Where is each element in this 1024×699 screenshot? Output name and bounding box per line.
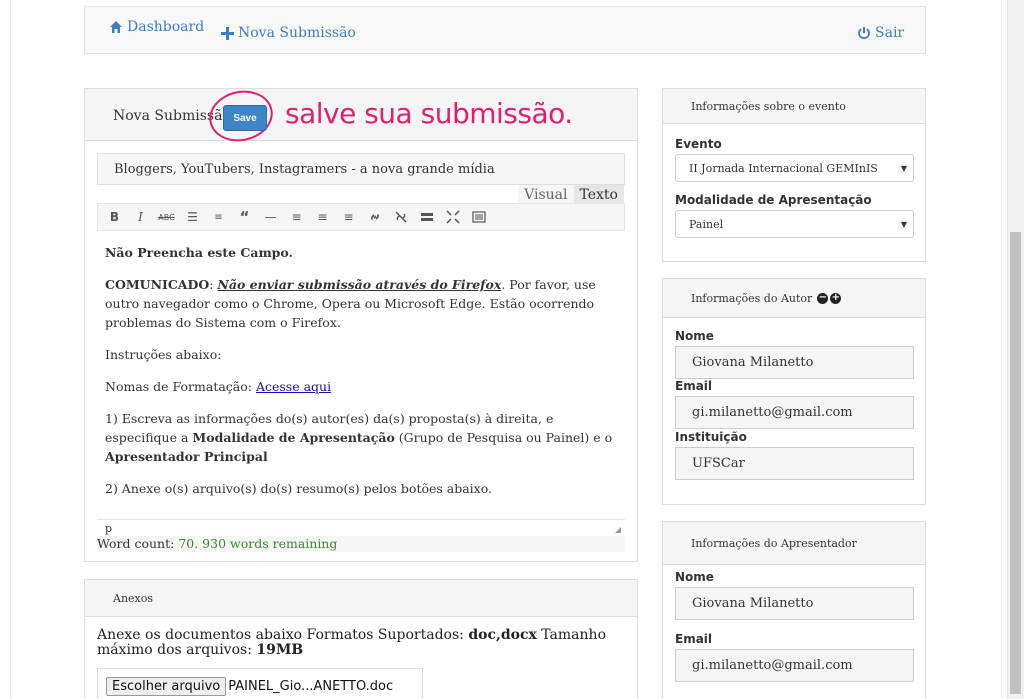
file-upload-field: Escolher arquivo PAINEL_Gio...ANETTO.doc [97, 668, 423, 699]
align-right-icon[interactable]: ≡ [340, 209, 357, 226]
event-select[interactable]: II Jornada Internacional GEMInIS ▼ [675, 154, 914, 182]
attachments-panel: Anexos Anexe os documentos abaixo Format… [84, 579, 638, 699]
author-email-label: Email [675, 379, 713, 393]
presenter-email-label: Email [675, 632, 713, 646]
attachments-panel-header: Anexos [85, 580, 637, 617]
page-scrollbar[interactable] [1007, 0, 1024, 699]
author-institution-label: Instituição [675, 430, 747, 444]
word-count-value: 70. 930 words remaining [178, 536, 338, 551]
element-path: p [105, 521, 113, 535]
selected-file-name: PAINEL_Gio...ANETTO.doc [228, 678, 394, 694]
editor-status-bar: p ◢ [97, 519, 625, 536]
resize-handle-icon[interactable]: ◢ [615, 525, 621, 534]
event-info-header: Informações sobre o evento [663, 89, 925, 124]
remove-author-icon[interactable]: − [817, 292, 829, 304]
submission-panel: Nova Submissão Save salve sua submissão.… [84, 84, 638, 562]
bullet-list-icon[interactable]: ☰ [184, 209, 201, 226]
attachments-instructions: Anexe os documentos abaixo Formatos Supo… [97, 627, 606, 658]
tab-texto[interactable]: Texto [573, 185, 624, 205]
modality-label: Modalidade de Apresentação [675, 193, 872, 207]
editor-paragraph: Instruções abaixo: [105, 347, 222, 362]
strikethrough-icon[interactable]: ABC [158, 209, 175, 226]
annotation-text: salve sua submissão. [285, 97, 573, 130]
bold-icon[interactable]: B [106, 209, 123, 226]
event-info-panel: Informações sobre o evento Evento II Jor… [662, 88, 926, 262]
event-info-title: Informações sobre o evento [691, 99, 846, 113]
nav-logout-label: Sair [875, 25, 905, 41]
home-icon [110, 21, 122, 33]
top-navbar: Dashboard Nova Submissão Sair [84, 6, 926, 54]
nav-dashboard-link[interactable]: Dashboard [109, 19, 204, 35]
italic-icon[interactable]: I [132, 209, 149, 226]
tab-visual[interactable]: Visual [518, 185, 574, 205]
caret-down-icon: ▼ [900, 220, 907, 229]
horizontal-rule-icon[interactable]: — [262, 209, 279, 226]
presenter-email-input[interactable]: gi.milanetto@gmail.com [675, 649, 914, 682]
formatting-rules-link[interactable]: Acesse aqui [256, 379, 331, 394]
plus-icon [221, 26, 234, 40]
submission-title-input[interactable]: Bloggers, YouTubers, Instagramers - a no… [97, 153, 625, 185]
numbered-list-icon[interactable]: ≡ [210, 209, 227, 226]
submission-panel-header: Nova Submissão Save salve sua submissão. [85, 84, 637, 148]
modality-select[interactable]: Painel ▼ [675, 210, 914, 238]
link-icon[interactable] [366, 209, 383, 226]
editor-paragraph: Não Preencha este Campo. [105, 245, 293, 260]
nav-new-submission-link[interactable]: Nova Submissão [221, 25, 356, 41]
align-left-icon[interactable]: ≡ [288, 209, 305, 226]
choose-file-button[interactable]: Escolher arquivo [106, 676, 227, 696]
presenter-info-header: Informações do Apresentador [663, 522, 925, 565]
caret-down-icon: ▼ [900, 164, 907, 173]
editor-paragraph: 2) Anexe o(s) arquivo(s) do(s) resumo(s)… [105, 481, 493, 496]
author-info-panel: Informações do Autor − + Nome Giovana Mi… [662, 278, 926, 505]
author-email-input[interactable]: gi.milanetto@gmail.com [675, 396, 914, 429]
read-more-icon[interactable] [418, 209, 435, 226]
unlink-icon[interactable] [392, 209, 409, 226]
event-label: Evento [675, 137, 722, 151]
editor-content[interactable]: Não Preencha este Campo. COMUNICADO: Não… [97, 231, 625, 519]
power-icon [858, 27, 870, 40]
add-author-icon[interactable]: + [830, 292, 842, 304]
presenter-name-input[interactable]: Giovana Milanetto [675, 587, 914, 620]
editor-mode-tabs: Visual Texto [518, 185, 624, 205]
blockquote-icon[interactable]: “ [236, 208, 253, 226]
nav-new-submission-label: Nova Submissão [238, 25, 356, 41]
fullscreen-icon[interactable] [444, 209, 461, 226]
presenter-info-title: Informações do Apresentador [691, 536, 857, 550]
editor-paragraph: 1) Escreva as informações do(s) autor(es… [105, 411, 613, 464]
scrollbar-thumb[interactable] [1010, 232, 1021, 694]
editor-paragraph: Nomas de Formatação: Acesse aqui [105, 379, 332, 394]
author-info-header: Informações do Autor − + [663, 279, 925, 318]
author-name-input[interactable]: Giovana Milanetto [675, 346, 914, 379]
nav-dashboard-label: Dashboard [127, 19, 205, 35]
editor-toolbar: B I ABC ☰ ≡ “ — ≡ ≡ ≡ [97, 203, 625, 231]
word-count: Word count: 70. 930 words remaining [97, 536, 625, 552]
save-button[interactable]: Save [223, 105, 267, 131]
author-info-title: Informações do Autor [691, 291, 813, 305]
nav-logout-link[interactable]: Sair [857, 25, 904, 41]
attachments-title: Anexos [113, 591, 154, 605]
presenter-info-panel: Informações do Apresentador Nome Giovana… [662, 521, 926, 699]
toolbar-toggle-icon[interactable] [470, 209, 487, 226]
editor-paragraph: COMUNICADO: Não enviar submissão através… [105, 277, 596, 330]
author-institution-input[interactable]: UFSCar [675, 447, 914, 480]
align-center-icon[interactable]: ≡ [314, 209, 331, 226]
author-name-label: Nome [675, 329, 714, 343]
presenter-name-label: Nome [675, 570, 714, 584]
